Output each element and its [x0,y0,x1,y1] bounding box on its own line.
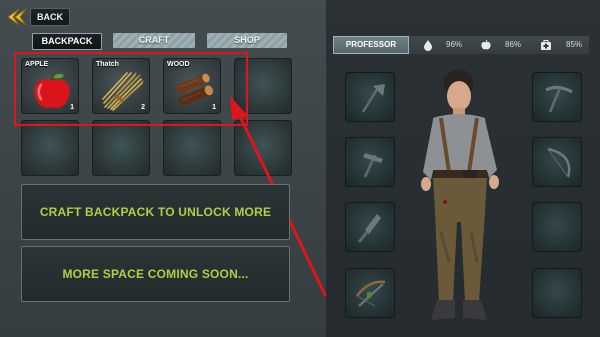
axe-icon [361,84,385,113]
inventory-slot-empty[interactable] [92,120,150,176]
food-value: 86% [505,40,522,49]
highlight-box [14,52,248,126]
stats-bar [409,36,589,54]
bow-icon [547,147,571,178]
inventory-slot-empty[interactable] [21,120,79,176]
craft-backpack-banner: CRAFT BACKPACK TO UNLOCK MORE SPACE [21,184,290,273]
medkit-icon [541,40,551,50]
water-drop-icon [424,40,432,51]
more-space-banner: MORE SPACE COMING SOON... [21,246,290,302]
equip-slot-hammer[interactable] [345,137,395,187]
health-value: 85% [566,40,583,49]
apple-food-icon [481,39,491,50]
equip-slot-pickaxe[interactable] [532,72,582,122]
inventory-slot-empty[interactable] [163,120,221,176]
character-figure [421,69,499,320]
equip-slot-empty[interactable] [532,268,582,318]
equip-slot-knife[interactable] [345,202,395,252]
back-arrow-icon[interactable] [6,7,28,27]
hydration-value: 96% [446,40,463,49]
tab-backpack[interactable]: BACKPACK [32,33,102,50]
equip-slot-bow[interactable] [532,137,582,187]
knife-icon [357,214,381,243]
crossbow-icon [356,280,386,307]
character-name-tab[interactable]: PROFESSOR [333,36,409,54]
tab-craft[interactable]: CRAFT [113,33,195,48]
tab-shop[interactable]: SHOP [207,33,287,48]
equip-slot-empty[interactable] [532,202,582,252]
pickaxe-icon [545,85,573,113]
equip-slot-axe[interactable] [345,72,395,122]
equip-slot-crossbow[interactable] [345,268,395,318]
hammer-icon [363,153,383,178]
back-button[interactable]: BACK [30,8,70,26]
